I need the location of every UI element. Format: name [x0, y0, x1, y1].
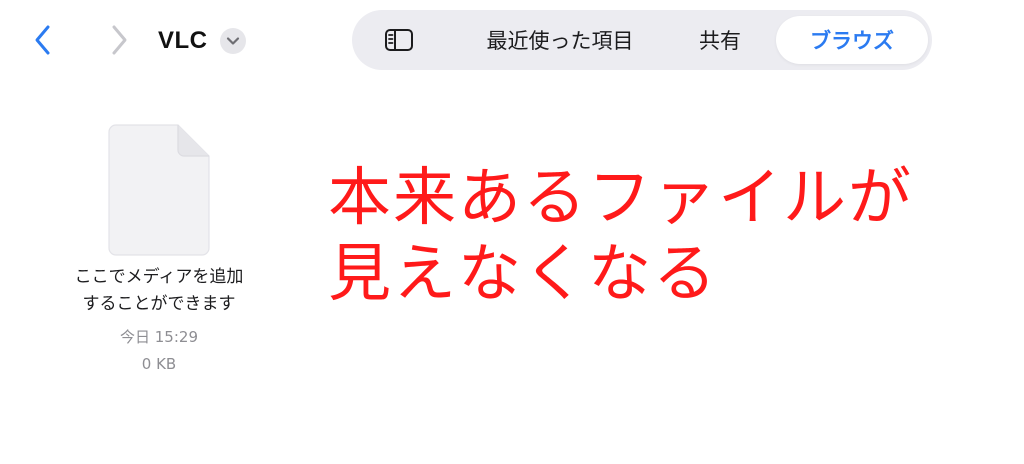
chevron-right-icon [112, 25, 127, 55]
title-menu-button[interactable] [219, 28, 246, 54]
sidebar-toggle-button[interactable] [382, 27, 416, 53]
folder-title-menu[interactable]: VLC [158, 24, 246, 58]
annotation-line-1: 本来あるファイルが [328, 161, 913, 234]
tab-shared[interactable]: 共有 [688, 22, 752, 58]
file-date: 今日 15:29 [120, 328, 198, 346]
file-size: 0 KB [141, 355, 177, 373]
chevron-left-icon [35, 25, 50, 55]
folder-title: VLC [158, 27, 208, 54]
chevron-down-icon [226, 37, 239, 45]
annotation-line-2: 見えなくなる [328, 237, 718, 310]
annotation-text: 本来あるファイルが 見えなくなる [328, 160, 1018, 312]
document-icon [108, 124, 210, 256]
file-name-line-1: ここでメディアを追加 [74, 267, 244, 287]
forward-button[interactable] [102, 22, 136, 58]
file-item[interactable] [108, 124, 210, 256]
files-browser-window: VLC 最近使った項目 共有 ブラウズ ここでメディアを追加 することができます… [0, 0, 1024, 464]
back-button[interactable] [26, 22, 60, 58]
view-segmented-control: 最近使った項目 共有 ブラウズ [352, 10, 932, 70]
tab-browse[interactable]: ブラウズ [776, 16, 928, 64]
tab-recents[interactable]: 最近使った項目 [470, 22, 650, 58]
sidebar-icon [385, 29, 413, 51]
file-name: ここでメディアを追加 することができます [40, 264, 278, 318]
file-name-line-2: することができます [82, 294, 236, 314]
